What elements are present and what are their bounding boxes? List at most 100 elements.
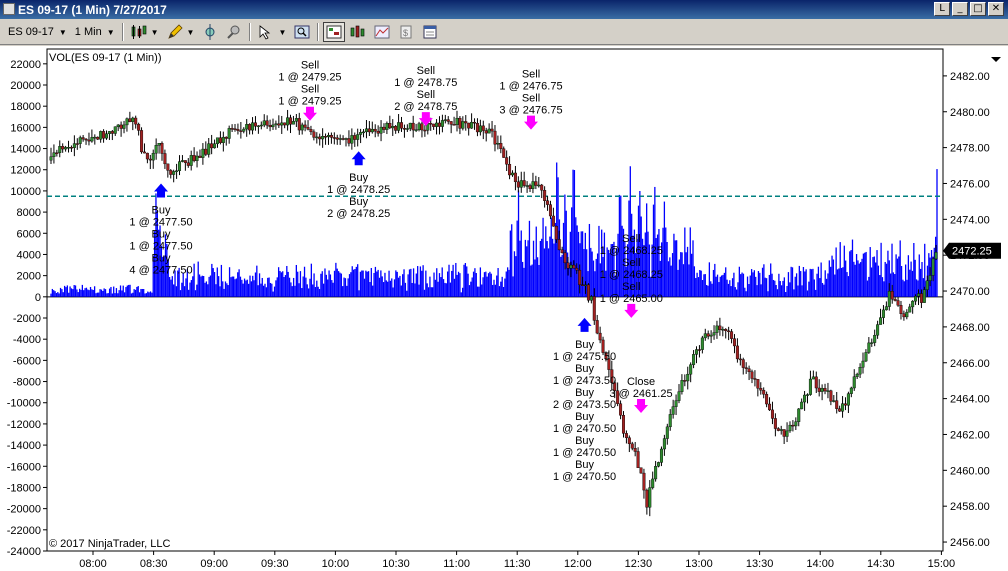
svg-text:$: $ <box>403 28 408 38</box>
chart-area[interactable]: 08:00 08:30 09:00 09:30 10:00 10:30 11:00 11:30… <box>0 46 1008 571</box>
strategies-button[interactable]: $ <box>395 22 417 42</box>
zoom-button[interactable] <box>291 22 313 42</box>
candle-body <box>569 264 573 269</box>
candle-body <box>286 117 290 126</box>
instrument-label: ES 09-17 <box>8 26 54 38</box>
volume-tick-label: -18000 <box>7 482 41 494</box>
candle-body <box>306 127 310 130</box>
drawing-tools-button[interactable] <box>164 22 186 42</box>
candle-body <box>122 124 126 129</box>
candle-body <box>391 126 395 129</box>
candle-body <box>251 122 255 131</box>
candle-body <box>668 414 672 428</box>
candle-body <box>803 394 807 403</box>
candle-body <box>762 389 766 395</box>
candle-body <box>753 378 757 380</box>
candle-body <box>201 148 205 158</box>
candle-body <box>464 121 468 124</box>
x-tick-label: 13:00 <box>685 558 713 570</box>
trade-annotation-label: 1 @ 2479.25 <box>278 96 341 108</box>
candle-body <box>99 131 103 140</box>
trade-annotation-label: Buy <box>575 363 594 375</box>
candle-body <box>373 128 377 132</box>
candle-body <box>359 132 363 135</box>
link-button[interactable]: L <box>934 2 950 16</box>
trade-annotation-label: 4 @ 2477.50 <box>129 264 192 276</box>
bar-style-button[interactable] <box>347 22 369 42</box>
candle-body <box>700 337 704 350</box>
price-tick-label: 2476.00 <box>950 178 990 190</box>
candle-body <box>119 124 123 129</box>
interval-selector[interactable]: 1 Min ▼ <box>71 22 119 42</box>
trade-annotation-label: 1 @ 2468.25 <box>600 245 663 257</box>
candle-body <box>189 155 193 166</box>
volume-tick-label: 0 <box>35 292 41 304</box>
properties-button[interactable] <box>419 22 441 42</box>
maximize-button[interactable]: □ <box>970 2 986 16</box>
candle-body <box>677 391 681 401</box>
indicators-button[interactable] <box>371 22 393 42</box>
x-tick-label: 11:00 <box>443 558 470 570</box>
chart-style-button[interactable] <box>128 22 150 42</box>
trade-annotation-label: 1 @ 2478.75 <box>394 77 457 89</box>
candle-body <box>922 289 926 303</box>
volume-tick-label: -12000 <box>7 419 41 431</box>
candle-body <box>329 134 333 138</box>
candle-body <box>265 120 269 126</box>
chevron-down-icon[interactable]: ▼ <box>187 28 195 37</box>
candle-body <box>508 164 512 176</box>
pointer-button[interactable] <box>255 22 277 42</box>
candle-body <box>376 130 380 134</box>
data-box-button[interactable] <box>323 22 346 42</box>
close-button[interactable]: ✕ <box>988 2 1004 16</box>
candle-body <box>657 462 661 467</box>
candle-body <box>534 181 538 186</box>
candle-body <box>490 128 494 132</box>
window-title: ES 09-17 (1 Min) 7/27/2017 <box>18 2 167 17</box>
chevron-down-icon[interactable]: ▼ <box>278 28 286 37</box>
candle-body <box>765 394 769 405</box>
candle-body <box>867 342 871 353</box>
chevron-down-icon: ▼ <box>106 27 115 37</box>
candle-body <box>855 373 859 377</box>
candle-body <box>516 181 520 188</box>
minimize-button[interactable]: _ <box>952 2 968 16</box>
last-price-label: 2472.25 <box>952 246 992 258</box>
snap-button[interactable] <box>223 22 245 42</box>
crosshair-button[interactable] <box>199 22 221 42</box>
candle-body <box>332 137 336 139</box>
candle-body <box>166 163 170 171</box>
candle-body <box>443 119 447 121</box>
candle-body <box>452 124 456 126</box>
candle-body <box>826 390 830 392</box>
candle-body <box>58 146 62 153</box>
candle-body <box>137 123 141 131</box>
candle-body <box>461 121 465 129</box>
candle-body <box>186 162 190 166</box>
candle-body <box>72 143 76 148</box>
candle-body <box>934 252 938 260</box>
candle-body <box>458 117 462 129</box>
candle-body <box>911 300 915 308</box>
candle-body <box>727 330 731 333</box>
crosshair-icon <box>205 24 215 40</box>
candle-body <box>198 155 202 158</box>
price-chart[interactable]: 08:00 08:30 09:00 09:30 10:00 10:30 11:00 11:30… <box>0 46 1008 571</box>
volume-tick-label: -4000 <box>13 334 41 346</box>
candle-body <box>659 448 663 463</box>
instrument-selector[interactable]: ES 09-17 ▼ <box>4 22 71 42</box>
candle-body <box>110 131 114 134</box>
plot-frame <box>46 48 944 552</box>
toolbar-divider <box>249 23 252 41</box>
candle-body <box>548 204 552 217</box>
candle-body <box>732 338 736 347</box>
candle-body <box>432 123 436 127</box>
candle-body <box>475 122 479 133</box>
candle-body <box>467 122 471 129</box>
chevron-down-icon[interactable]: ▼ <box>151 28 159 37</box>
candle-body <box>621 415 625 434</box>
candle-body <box>718 325 722 330</box>
candle-body <box>709 334 713 337</box>
candle-body <box>841 403 845 412</box>
candle-body <box>382 126 386 130</box>
